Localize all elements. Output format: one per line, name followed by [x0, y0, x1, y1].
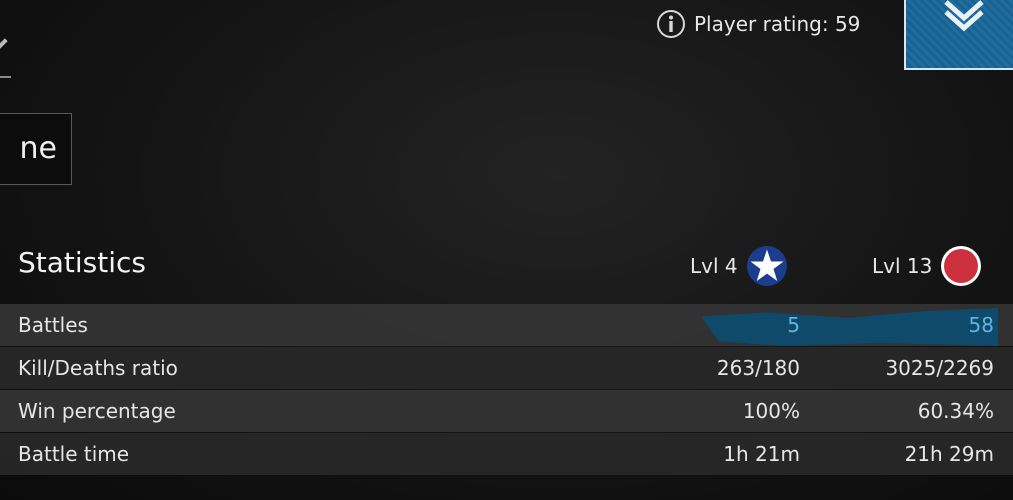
rank-badge[interactable] — [904, 0, 1013, 70]
column-level-label: Lvl 13 — [872, 254, 933, 278]
info-icon — [657, 10, 685, 38]
statistics-title: Statistics — [18, 246, 146, 279]
stat-value-level-13: 60.34% — [917, 399, 994, 423]
name-button-label: ne — [19, 131, 57, 166]
stat-value-level-13: 21h 29m — [904, 442, 994, 466]
column-header-level-13: Lvl 13 — [872, 244, 982, 288]
stat-row-battles: Battles 5 58 — [0, 304, 1013, 346]
stat-value-level-4: 100% — [742, 399, 800, 423]
column-level-label: Lvl 4 — [690, 254, 738, 278]
pencil-icon — [0, 38, 8, 49]
name-underline — [0, 76, 11, 78]
chevron-rank-icon — [944, 0, 984, 32]
statistics-table: Battles 5 58 Kill/Deaths ratio 263/180 3… — [0, 304, 1013, 476]
stat-row-kill-deaths-ratio: Kill/Deaths ratio 263/180 3025/2269 — [0, 347, 1013, 389]
stat-label: Kill/Deaths ratio — [18, 356, 178, 380]
stat-label: Win percentage — [18, 399, 176, 423]
name-button[interactable]: ne — [0, 113, 72, 185]
stat-row-win-percentage: Win percentage 100% 60.34% — [0, 390, 1013, 432]
stat-value-level-4: 263/180 — [716, 356, 800, 380]
stat-value-level-13: 58 — [968, 313, 994, 337]
column-header-level-4: Lvl 4 — [690, 244, 788, 288]
player-rating[interactable]: Player rating: 59 — [656, 9, 860, 39]
edit-name-control[interactable] — [0, 30, 12, 78]
stat-label: Battles — [18, 313, 88, 337]
stat-value-level-4: 5 — [787, 313, 800, 337]
stat-value-level-4: 1h 21m — [723, 442, 800, 466]
us-star-roundel-icon — [746, 246, 787, 286]
player-rating-text: Player rating: 59 — [694, 12, 861, 36]
highlight-marker — [701, 308, 998, 346]
stat-row-battle-time: Battle time 1h 21m 21h 29m — [0, 433, 1013, 475]
red-roundel-icon — [941, 246, 982, 286]
stat-value-level-13: 3025/2269 — [885, 356, 994, 380]
stat-label: Battle time — [18, 442, 130, 466]
